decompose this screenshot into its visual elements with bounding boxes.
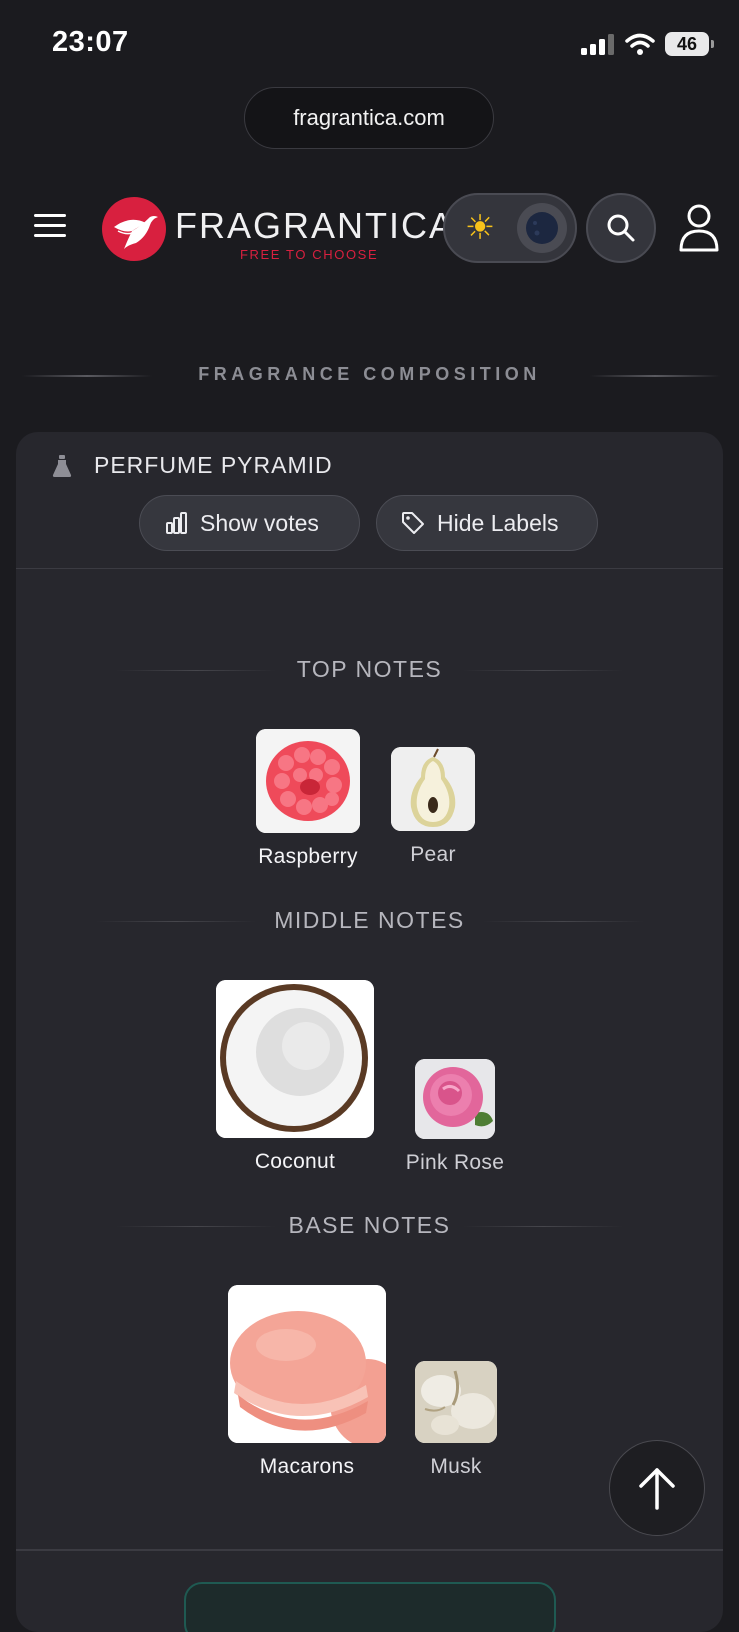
search-icon — [607, 214, 635, 242]
brand-name[interactable]: FRAGRANTICA — [175, 205, 455, 247]
hamburger-menu-icon[interactable] — [34, 211, 68, 241]
coconut-image — [216, 980, 374, 1138]
middle-notes-heading: MIDDLE NOTES — [16, 905, 723, 937]
signal-icon — [581, 34, 614, 55]
note-musk[interactable]: Musk — [406, 1361, 506, 1479]
section-divider-right — [590, 375, 720, 377]
theme-toggle[interactable]: ☀ — [443, 193, 577, 263]
tag-icon — [402, 512, 424, 534]
bar-chart-icon — [166, 512, 187, 534]
search-button[interactable] — [586, 193, 656, 263]
tier-divider-right — [483, 921, 643, 922]
url-text: fragrantica.com — [293, 105, 445, 130]
wifi-icon — [625, 33, 655, 55]
status-icons: 46 — [581, 32, 714, 56]
brand-tagline: FREE TO CHOOSE — [240, 247, 379, 262]
show-votes-button[interactable]: Show votes — [139, 495, 360, 551]
macarons-image — [228, 1285, 386, 1443]
tier-divider-right — [463, 670, 623, 671]
next-section-button[interactable] — [184, 1582, 556, 1632]
user-icon[interactable] — [678, 203, 720, 253]
hide-labels-button[interactable]: Hide Labels — [376, 495, 598, 551]
card-bottom-divider — [16, 1549, 723, 1551]
note-macarons[interactable]: Macarons — [217, 1285, 397, 1479]
battery-indicator: 46 — [665, 32, 714, 56]
pear-image — [391, 747, 475, 831]
moon-icon — [526, 212, 560, 244]
note-label: Coconut — [254, 1150, 336, 1173]
theme-toggle-knob — [517, 203, 567, 253]
note-label: Pear — [410, 843, 456, 866]
fragrantica-logo-icon[interactable] — [102, 197, 166, 261]
tier-divider-right — [463, 1226, 623, 1227]
show-votes-label: Show votes — [200, 509, 319, 536]
raspberry-image — [256, 729, 360, 833]
note-pear[interactable]: Pear — [383, 747, 483, 867]
musk-image — [415, 1361, 497, 1443]
note-label: Raspberry — [258, 845, 358, 868]
note-label: Macarons — [259, 1455, 355, 1478]
status-time: 23:07 — [52, 26, 129, 58]
scroll-to-top-button[interactable] — [609, 1440, 705, 1536]
perfume-pyramid-card: PERFUME PYRAMID Show votes Hide Labels T… — [16, 432, 723, 1632]
note-raspberry[interactable]: Raspberry — [243, 729, 373, 869]
sun-icon: ☀ — [464, 209, 496, 247]
url-bar[interactable]: fragrantica.com — [244, 87, 494, 149]
hide-labels-label: Hide Labels — [437, 509, 559, 536]
section-heading: FRAGRANCE COMPOSITION — [0, 360, 739, 390]
note-pink-rose[interactable]: Pink Rose — [400, 1059, 510, 1175]
card-header: PERFUME PYRAMID Show votes Hide Labels — [16, 432, 723, 569]
pink-rose-image — [415, 1059, 495, 1139]
flask-icon — [52, 455, 72, 477]
top-notes-heading: TOP NOTES — [16, 654, 723, 686]
card-title: PERFUME PYRAMID — [94, 452, 333, 478]
base-notes-heading: BASE NOTES — [16, 1210, 723, 1242]
note-coconut[interactable]: Coconut — [205, 980, 385, 1174]
status-bar: 23:07 46 — [0, 0, 739, 80]
note-label: Musk — [430, 1455, 482, 1478]
arrow-up-icon — [639, 1468, 675, 1510]
site-header: FRAGRANTICA FREE TO CHOOSE ☀ — [0, 185, 739, 275]
note-label: Pink Rose — [405, 1151, 505, 1174]
